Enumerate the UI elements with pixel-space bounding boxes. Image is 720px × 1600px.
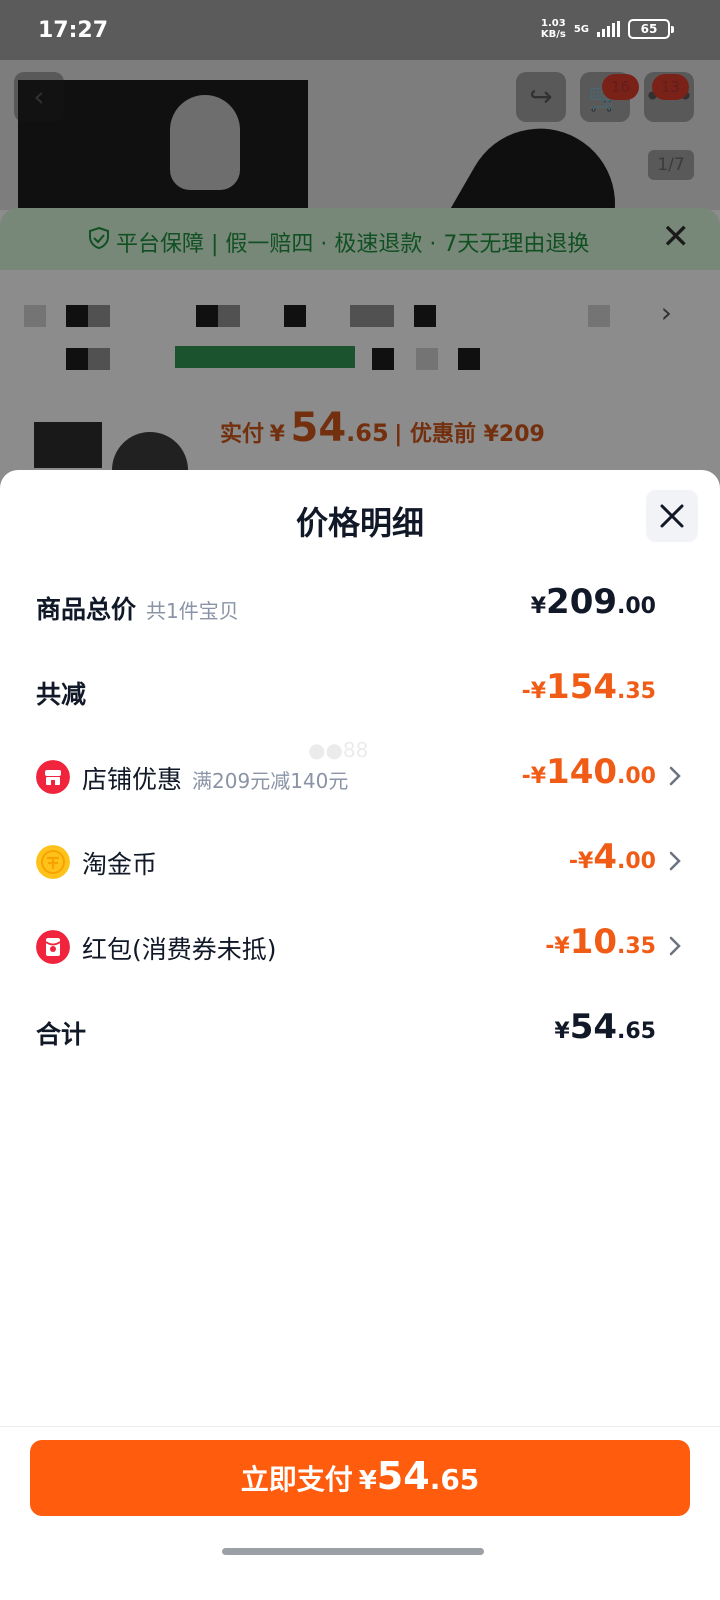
row-label: 店铺优惠: [82, 765, 183, 794]
row-amount: -¥140.00: [521, 752, 656, 792]
chevron-right-icon: [669, 936, 681, 956]
close-icon: [660, 504, 684, 528]
row-amount: -¥4.00: [568, 837, 656, 877]
row-red-packet[interactable]: 红包(消费券未抵) -¥10.35: [0, 918, 720, 978]
gold-coin-icon: [36, 845, 70, 879]
signal-icon: [597, 21, 620, 37]
close-button[interactable]: [646, 490, 698, 542]
pay-button-currency: ¥: [358, 1466, 377, 1496]
pay-button-label: 立即支付: [240, 1463, 353, 1496]
battery-icon: 65: [628, 19, 674, 39]
row-label: 共减: [36, 680, 87, 709]
row-taojinbi[interactable]: 淘金币 -¥4.00: [0, 833, 720, 893]
row-sub: 共1件宝贝: [146, 599, 239, 623]
row-shop-discount[interactable]: 店铺优惠 满209元减140元 -¥140.00: [0, 748, 720, 808]
price-detail-sheet: 价格明细 商品总价 共1件宝贝 ¥209.00 共减 -¥154.35 ●●88 …: [0, 470, 720, 1600]
row-grand-total: 合计 ¥54.65: [0, 1003, 720, 1063]
row-amount: -¥154.35: [521, 667, 656, 707]
status-time: 17:27: [38, 18, 109, 43]
chevron-right-icon: [669, 766, 681, 786]
row-total-discount: 共减 -¥154.35: [0, 663, 720, 723]
status-bar: 17:27 1.03 KB/s 5G 65: [0, 0, 720, 60]
row-sub: 满209元减140元: [192, 769, 349, 793]
network-type: 5G: [573, 23, 589, 35]
pay-button-amount: 54: [376, 1454, 430, 1498]
sheet-title: 价格明细: [295, 504, 424, 542]
footer-divider: [0, 1426, 720, 1427]
row-label: 商品总价: [36, 595, 137, 624]
row-label: 合计: [36, 1020, 87, 1049]
row-item-total: 商品总价 共1件宝贝 ¥209.00: [0, 578, 720, 638]
shop-icon: [36, 760, 70, 794]
pay-button-amount-decimal: .65: [429, 1463, 480, 1496]
row-label: 淘金币: [82, 850, 158, 879]
network-speed: 1.03 KB/s: [540, 18, 566, 40]
pay-now-button[interactable]: 立即支付 ¥ 54 .65: [30, 1440, 690, 1516]
row-amount: -¥10.35: [545, 922, 656, 962]
red-packet-icon: [36, 930, 70, 964]
row-label: 红包(消费券未抵): [82, 935, 277, 964]
chevron-right-icon: [669, 851, 681, 871]
row-amount: ¥54.65: [554, 1007, 656, 1047]
row-amount: ¥209.00: [530, 582, 656, 622]
home-indicator[interactable]: [222, 1548, 484, 1555]
